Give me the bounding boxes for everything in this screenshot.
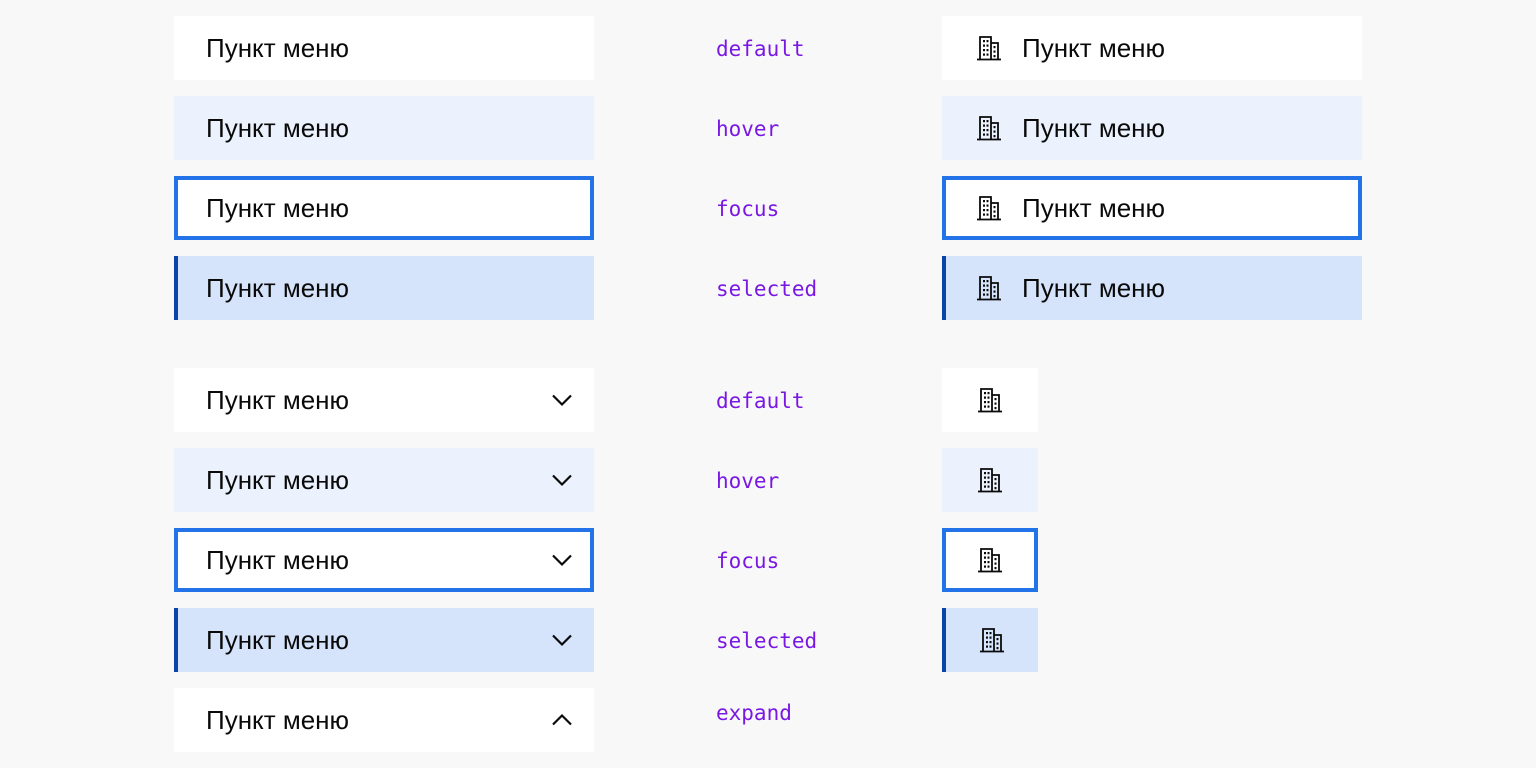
chevron-down-icon	[550, 548, 574, 572]
menu-item-default[interactable]: Пункт меню	[174, 16, 594, 80]
menu-item-label: Пункт меню	[206, 624, 350, 655]
building-icon	[975, 114, 1003, 142]
menu-item-label: Пункт меню	[1022, 32, 1166, 63]
state-label-hover: hover	[716, 469, 780, 493]
collapsed-menu-item-selected[interactable]	[942, 608, 1038, 672]
menu-item-with-icon-hover[interactable]: Пункт меню	[942, 96, 1362, 160]
expandable-menu-item-hover[interactable]: Пункт меню	[174, 448, 594, 512]
collapsed-menu-item-focus[interactable]	[942, 528, 1038, 592]
menu-item-label: Пункт меню	[1022, 112, 1166, 143]
state-label-hover: hover	[716, 117, 780, 141]
collapsed-menu-item-default[interactable]	[942, 368, 1038, 432]
state-label-selected: selected	[716, 629, 818, 653]
menu-item-label: Пункт меню	[206, 384, 350, 415]
expandable-menu-item-selected[interactable]: Пункт меню	[174, 608, 594, 672]
state-label-focus: focus	[716, 197, 780, 221]
state-label-default: default	[716, 389, 805, 413]
building-icon	[976, 466, 1004, 494]
expandable-menu-item-expanded[interactable]: Пункт меню	[174, 688, 594, 752]
building-icon	[976, 386, 1004, 414]
collapsed-menu-item-hover[interactable]	[942, 448, 1038, 512]
menu-item-label: Пункт меню	[206, 112, 350, 143]
menu-item-label: Пункт меню	[206, 192, 350, 223]
menu-item-label: Пункт меню	[1022, 192, 1166, 223]
building-icon	[976, 546, 1004, 574]
menu-item-hover[interactable]: Пункт меню	[174, 96, 594, 160]
chevron-down-icon	[550, 388, 574, 412]
menu-item-with-icon-default[interactable]: Пункт меню	[942, 16, 1362, 80]
state-label-focus: focus	[716, 549, 780, 573]
menu-item-label: Пункт меню	[206, 272, 350, 303]
chevron-down-icon	[550, 628, 574, 652]
state-label-default: default	[716, 37, 805, 61]
menu-item-selected[interactable]: Пункт меню	[174, 256, 594, 320]
menu-item-with-icon-selected[interactable]: Пункт меню	[942, 256, 1362, 320]
expandable-menu-item-focus[interactable]: Пункт меню	[174, 528, 594, 592]
menu-item-focus[interactable]: Пункт меню	[174, 176, 594, 240]
menu-item-label: Пункт меню	[206, 32, 350, 63]
expandable-menu-item-default[interactable]: Пункт меню	[174, 368, 594, 432]
menu-item-label: Пункт меню	[206, 464, 350, 495]
chevron-up-icon	[550, 708, 574, 732]
state-label-expand: expand	[716, 701, 792, 725]
building-icon	[975, 194, 1003, 222]
menu-item-with-icon-focus[interactable]: Пункт меню	[942, 176, 1362, 240]
building-icon	[975, 34, 1003, 62]
building-icon	[975, 274, 1003, 302]
state-label-selected: selected	[716, 277, 818, 301]
chevron-down-icon	[550, 468, 574, 492]
menu-item-label: Пункт меню	[1022, 272, 1166, 303]
menu-item-label: Пункт меню	[206, 544, 350, 575]
building-icon	[978, 626, 1006, 654]
menu-item-label: Пункт меню	[206, 704, 350, 735]
